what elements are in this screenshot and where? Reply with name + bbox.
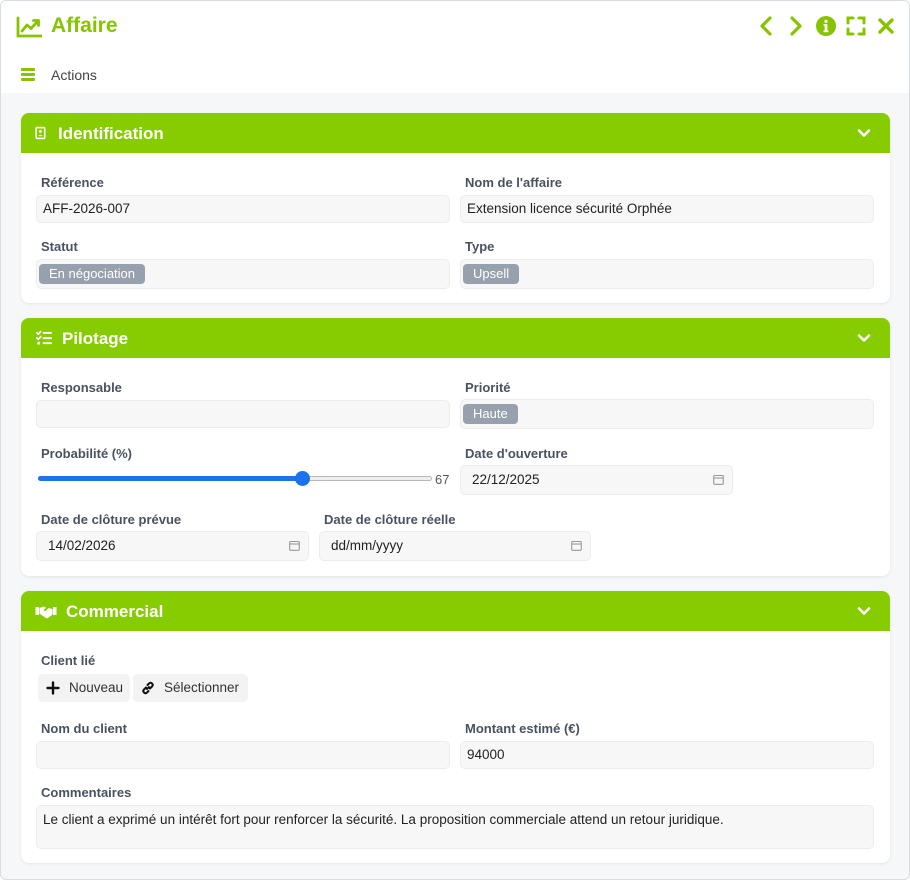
- priorite-label: Priorité: [465, 380, 511, 395]
- reference-label: Référence: [41, 175, 104, 190]
- nom-client-field[interactable]: [36, 741, 450, 769]
- slider-thumb[interactable]: [294, 471, 310, 486]
- id-badge-icon: [35, 126, 46, 140]
- priorite-badge: Haute: [463, 404, 518, 424]
- section-title: Identification: [58, 124, 164, 143]
- calendar-icon[interactable]: [289, 540, 300, 551]
- probabilite-slider[interactable]: [38, 471, 432, 486]
- commercial-section: Commercial Client lié Nouveau Sélectionn…: [21, 591, 890, 863]
- type-field[interactable]: Upsell: [460, 259, 874, 289]
- pilotage-section: Pilotage Responsable Priorité Haute Prob…: [21, 318, 890, 576]
- responsable-label: Responsable: [41, 380, 122, 395]
- cloture-prevue-label: Date de clôture prévue: [41, 512, 182, 527]
- chevron-right-icon: [790, 16, 802, 36]
- slider-fill: [38, 476, 302, 481]
- actions-bar: Actions: [1, 53, 909, 93]
- affaire-window: Affaire Actions Identification Référence…: [0, 0, 910, 880]
- date-ouverture-label: Date d'ouverture: [465, 446, 568, 461]
- plus-icon: [46, 681, 60, 695]
- window-controls: [755, 14, 897, 38]
- cloture-reelle-field[interactable]: dd/mm/yyyy: [319, 531, 591, 561]
- cloture-reelle-value: dd/mm/yyyy: [331, 538, 404, 553]
- nom-affaire-field[interactable]: Extension licence sécurité Orphée: [460, 195, 874, 223]
- chevron-down-icon[interactable]: [857, 331, 871, 345]
- pilotage-header[interactable]: Pilotage: [21, 318, 890, 358]
- title-bar: Affaire: [1, 1, 909, 53]
- close-button[interactable]: [875, 14, 897, 38]
- type-label: Type: [465, 239, 495, 254]
- nouveau-label: Nouveau: [69, 680, 124, 695]
- section-title: Pilotage: [62, 329, 129, 348]
- selectionner-button[interactable]: Sélectionner: [133, 674, 248, 702]
- identification-header[interactable]: Identification: [21, 113, 890, 153]
- chevron-down-icon[interactable]: [857, 126, 871, 140]
- nom-client-label: Nom du client: [41, 721, 127, 736]
- link-icon: [142, 681, 154, 695]
- selectionner-label: Sélectionner: [164, 680, 240, 695]
- window-title: Affaire: [51, 14, 118, 37]
- list-check-icon: [36, 330, 53, 345]
- commentaires-field[interactable]: Le client a exprimé un intérêt fort pour…: [36, 805, 874, 849]
- cloture-prevue-field[interactable]: 14/02/2026: [36, 531, 309, 561]
- commentaires-label: Commentaires: [41, 785, 132, 800]
- probabilite-label: Probabilité (%): [41, 446, 133, 461]
- nouveau-button[interactable]: Nouveau: [38, 674, 130, 702]
- cloture-reelle-label: Date de clôture réelle: [324, 512, 456, 527]
- statut-badge: En négociation: [39, 264, 146, 284]
- hamburger-icon[interactable]: [21, 68, 35, 81]
- next-button[interactable]: [785, 14, 807, 38]
- cloture-prevue-value: 14/02/2026: [48, 538, 116, 553]
- statut-field[interactable]: En négociation: [36, 259, 450, 289]
- section-title: Commercial: [66, 602, 164, 621]
- reference-field[interactable]: AFF-2026-007: [36, 195, 450, 223]
- close-icon: [878, 18, 894, 34]
- expand-icon: [846, 16, 866, 36]
- chevron-down-icon[interactable]: [857, 604, 871, 618]
- client-lie-label: Client lié: [41, 653, 96, 668]
- info-circle-icon: [816, 16, 836, 36]
- montant-field[interactable]: 94000: [460, 741, 874, 769]
- previous-button[interactable]: [755, 14, 777, 38]
- type-badge: Upsell: [463, 264, 520, 284]
- commercial-header[interactable]: Commercial: [21, 591, 890, 631]
- maximize-button[interactable]: [845, 14, 867, 38]
- chevron-left-icon: [760, 16, 772, 36]
- chart-line-icon: [16, 16, 42, 38]
- nom-affaire-label: Nom de l'affaire: [465, 175, 563, 190]
- date-ouverture-field[interactable]: 22/12/2025: [460, 465, 733, 495]
- date-ouverture-value: 22/12/2025: [472, 472, 540, 487]
- info-button[interactable]: [815, 14, 837, 38]
- statut-label: Statut: [41, 239, 78, 254]
- priorite-field[interactable]: Haute: [460, 399, 874, 429]
- identification-section: Identification Référence AFF-2026-007 No…: [21, 113, 890, 303]
- probabilite-value: 67: [435, 472, 450, 487]
- calendar-icon[interactable]: [571, 540, 582, 551]
- montant-label: Montant estimé (€): [465, 721, 580, 736]
- handshake-icon: [35, 606, 57, 619]
- calendar-icon[interactable]: [713, 474, 724, 485]
- responsable-field[interactable]: [36, 400, 450, 428]
- actions-menu[interactable]: Actions: [51, 67, 97, 83]
